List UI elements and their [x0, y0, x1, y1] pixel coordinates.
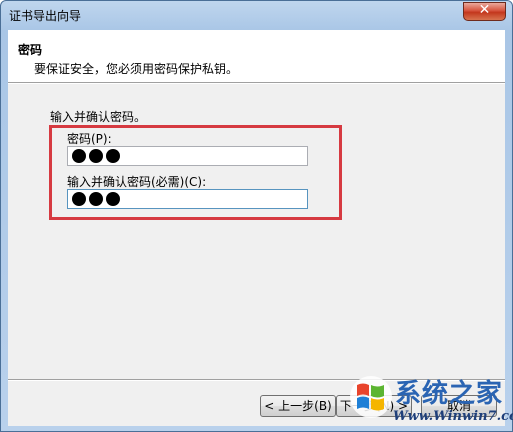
- wizard-client-area: 密码 要保证安全，您必须用密码保护私钥。 输入并确认密码。 密码(P): 输入并…: [8, 30, 505, 426]
- password-input[interactable]: [67, 146, 308, 166]
- back-button[interactable]: < 上一步(B): [260, 395, 336, 417]
- mask-dot: [89, 149, 103, 163]
- mask-dot: [72, 192, 86, 206]
- password-mask: [72, 149, 120, 163]
- watermark-brand: 系统之家: [395, 379, 504, 409]
- confirm-password-mask: [72, 192, 120, 206]
- mask-dot: [89, 192, 103, 206]
- watermark-url: Www.Winwin7.com: [393, 409, 513, 424]
- page-title: 密码: [18, 43, 43, 57]
- header-divider: [8, 82, 505, 84]
- title-bar[interactable]: 证书导出向导 ✕: [1, 1, 512, 29]
- mask-dot: [72, 149, 86, 163]
- confirm-password-input[interactable]: [67, 189, 308, 209]
- password-label: 密码(P):: [67, 132, 112, 146]
- close-button[interactable]: ✕: [463, 2, 506, 21]
- wizard-window: 证书导出向导 ✕ 密码 要保证安全，您必须用密码保护私钥。 输入并确认密码。 密…: [0, 0, 513, 432]
- page-subtitle: 要保证安全，您必须用密码保护私钥。: [34, 62, 239, 76]
- confirm-password-label: 输入并确认密码(必需)(C):: [67, 175, 207, 189]
- instruction-text: 输入并确认密码。: [50, 110, 147, 124]
- mask-dot: [106, 149, 120, 163]
- close-icon: ✕: [478, 2, 491, 18]
- watermark: 系统之家 Www.Winwin7.com: [349, 373, 513, 429]
- mask-dot: [106, 192, 120, 206]
- header-panel: 密码 要保证安全，您必须用密码保护私钥。: [8, 30, 505, 82]
- windows-logo-icon: [350, 376, 392, 418]
- window-title: 证书导出向导: [9, 9, 82, 23]
